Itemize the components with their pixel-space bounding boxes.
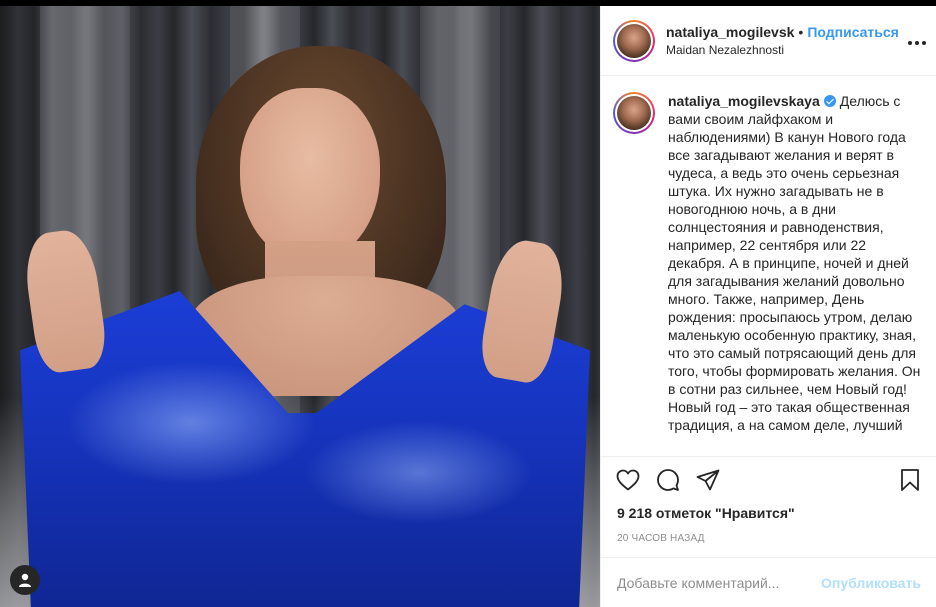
comment-input[interactable] — [617, 574, 822, 591]
share-icon[interactable] — [695, 467, 721, 493]
verified-badge-icon — [823, 95, 836, 107]
header-username[interactable]: nataliya_mogilevsk — [666, 24, 794, 40]
post-side-panel: nataliya_mogilevsk • Подписаться Maidan … — [600, 6, 936, 607]
location-link[interactable]: Maidan Nezalezhnosti — [666, 43, 899, 57]
bookmark-icon[interactable] — [897, 467, 923, 493]
likes-count[interactable]: 9 218 отметок "Нравится" — [601, 505, 936, 521]
post-photo[interactable] — [0, 6, 600, 607]
photo-woman-face — [240, 88, 380, 263]
publish-button[interactable]: Опубликовать — [821, 575, 921, 591]
caption-username[interactable]: nataliya_mogilevskaya — [668, 93, 820, 109]
avatar[interactable] — [613, 19, 655, 62]
comment-bar: Опубликовать — [601, 557, 936, 607]
comment-icon[interactable] — [655, 467, 681, 493]
post-caption: nataliya_mogilevskaya Делюсь с вами своим… — [601, 76, 936, 456]
post-timestamp[interactable]: 20 часов назад — [601, 533, 936, 544]
post-actions-area: 9 218 отметок "Нравится" 20 часов назад — [601, 456, 936, 544]
caption-avatar[interactable] — [613, 92, 655, 134]
follow-button[interactable]: Подписаться — [807, 24, 899, 40]
post-header: nataliya_mogilevsk • Подписаться Maidan … — [601, 6, 936, 76]
action-bar — [601, 457, 936, 503]
heart-icon[interactable] — [615, 467, 641, 493]
more-options-button[interactable] — [907, 30, 927, 51]
user-icon[interactable] — [10, 565, 40, 595]
caption-text: Делюсь с вами своим лайфхаком и наблюден… — [668, 93, 921, 433]
separator-dot: • — [798, 24, 804, 40]
more-icon — [907, 41, 926, 45]
